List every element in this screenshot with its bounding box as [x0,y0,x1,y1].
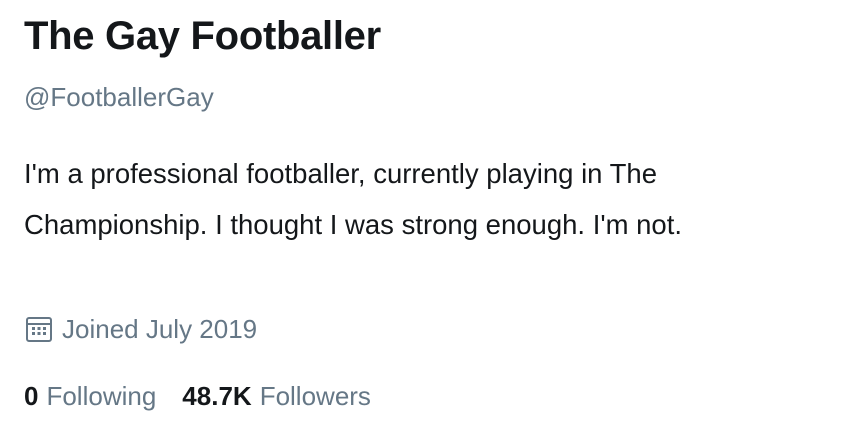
profile-stats: 0 Following 48.7K Followers [24,378,371,414]
joined-text: Joined July 2019 [62,313,258,344]
following-link[interactable]: 0 Following [24,381,156,412]
profile-header: The Gay Footballer @FootballerGay I'm a … [24,0,834,430]
profile-handle: @FootballerGay [24,82,214,112]
followers-count: 48.7K [182,380,252,411]
followers-link[interactable]: 48.7K Followers [182,381,371,412]
calendar-icon [24,314,54,344]
profile-bio: I'm a professional footballer, currently… [24,158,682,240]
following-label: Following [46,380,157,411]
display-name: The Gay Footballer [24,14,381,58]
following-count: 0 [24,380,39,411]
joined-date: Joined July 2019 [24,311,257,347]
followers-label: Followers [259,380,371,411]
